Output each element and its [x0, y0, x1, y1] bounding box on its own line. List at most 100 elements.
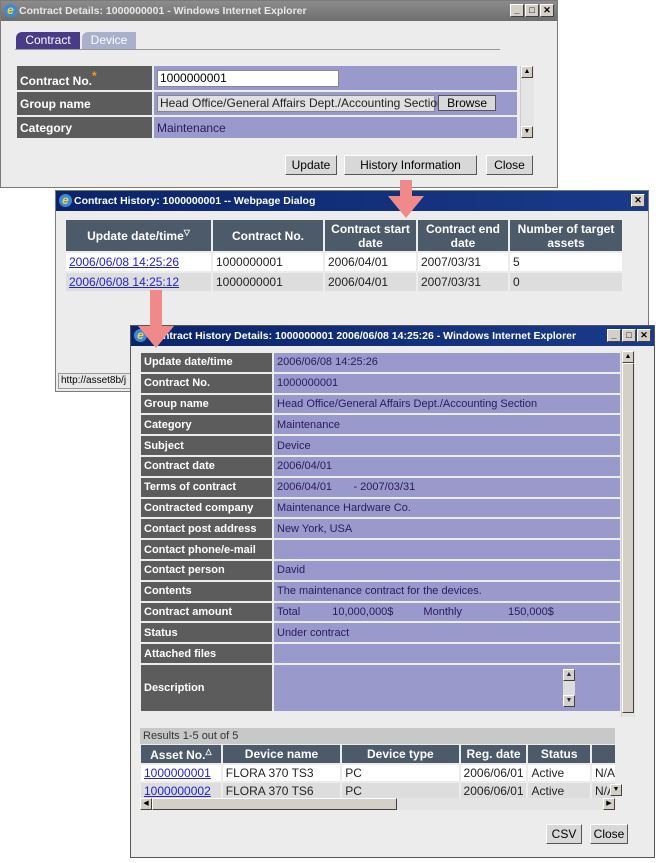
- required-mark: *: [92, 68, 97, 83]
- scroll-thumb[interactable]: [622, 363, 634, 713]
- field-label: Contents: [141, 581, 272, 601]
- details-table: Update date/time 2006/06/08 14:25:26 Contr…: [139, 351, 622, 713]
- table-row: 1000000001 FLORA 370 TS3 PC 2006/06/01 Activ…: [141, 765, 615, 781]
- field-value: Maintenance: [274, 415, 620, 435]
- field-label: Terms of contract: [141, 477, 272, 497]
- tab-device[interactable]: Device: [82, 32, 136, 49]
- dialog-title: Contract History: 1000000001 -- Webpage …: [74, 195, 316, 207]
- contract-amount-value: Total 10,000,000$ Monthly 150,000$: [274, 602, 620, 622]
- sort-icon: ▽: [183, 228, 190, 237]
- field-label: Category: [141, 415, 272, 435]
- window-title: Contract History Details: 1000000001 200…: [149, 330, 577, 342]
- asset-link[interactable]: 1000000002: [144, 784, 211, 798]
- arrow-down-icon: [388, 180, 424, 218]
- total-value: 10,000,000$: [332, 605, 394, 618]
- col-reg-date: Reg. date: [460, 745, 527, 763]
- maximize-button[interactable]: □: [622, 329, 636, 342]
- field-label: Status: [141, 623, 272, 643]
- col-more: [591, 745, 615, 763]
- monthly-value: 150,000$: [507, 605, 554, 618]
- field-value: 1000000001: [274, 373, 620, 393]
- minimize-button[interactable]: _: [607, 329, 621, 342]
- history-table: Update date/time▽ Contract No. Contract …: [64, 218, 624, 293]
- close-button[interactable]: Close: [590, 824, 628, 844]
- col-start-date: Contract start date: [325, 220, 416, 251]
- close-window-button[interactable]: ✕: [540, 4, 554, 17]
- scroll-left-icon[interactable]: ◀: [140, 798, 152, 810]
- maximize-button[interactable]: □: [525, 4, 539, 17]
- contract-form: Contract No.* Group name Head Office/Gen…: [15, 64, 519, 140]
- close-dialog-button[interactable]: ✕: [631, 194, 645, 207]
- description-label: Description: [141, 664, 272, 711]
- close-window-button[interactable]: ✕: [637, 329, 651, 342]
- arrow-down-icon: [138, 290, 174, 348]
- field-label: Update date/time: [141, 353, 272, 372]
- field-value: Head Office/General Affairs Dept./Accoun…: [274, 394, 620, 414]
- assets-table: Asset No.△ Device name Device type Reg. …: [139, 743, 617, 801]
- detail-row: Status Under contract: [141, 623, 620, 643]
- detail-row: Contents The maintenance contract for the…: [141, 581, 620, 601]
- detail-row: Contract No. 1000000001: [141, 373, 620, 393]
- title-bar: e Contract Details: 1000000001 - Windows …: [1, 1, 557, 21]
- title-bar: e Contract History: 1000000001 -- Webpage…: [56, 191, 648, 211]
- history-link[interactable]: 2006/06/08 14:25:26: [69, 255, 179, 269]
- ie-icon: e: [4, 4, 17, 17]
- col-contract-no: Contract No.: [213, 220, 323, 251]
- field-value: Maintenance Hardware Co.: [274, 498, 620, 518]
- field-label: Attached files: [141, 644, 272, 663]
- scroll-right-icon[interactable]: ▶: [603, 798, 615, 810]
- update-button[interactable]: Update: [285, 155, 337, 175]
- field-value: Device: [274, 436, 620, 455]
- contract-no-input[interactable]: [157, 69, 339, 87]
- detail-row: Attached files: [141, 644, 620, 663]
- table-row: 1000000002 FLORA 370 TS6 PC 2006/06/01 Activ…: [141, 783, 615, 799]
- description-value: ▲ ▼: [274, 664, 620, 711]
- scroll-up-icon[interactable]: ▲: [563, 668, 575, 681]
- col-asset-no[interactable]: Asset No.△: [141, 745, 221, 763]
- col-device-name: Device name: [222, 745, 341, 763]
- scroll-up-icon[interactable]: ▲: [622, 351, 634, 363]
- history-link[interactable]: 2006/06/08 14:25:12: [69, 275, 179, 289]
- detail-row: Category Maintenance: [141, 415, 620, 435]
- category-value: Maintenance: [154, 117, 517, 138]
- scroll-down-icon[interactable]: ▼: [521, 126, 533, 138]
- csv-button[interactable]: CSV: [546, 824, 582, 844]
- description-scrollbar[interactable]: ▲ ▼: [563, 668, 575, 707]
- scroll-down-icon[interactable]: ▼: [563, 694, 575, 707]
- close-button[interactable]: Close: [486, 155, 533, 175]
- detail-row: Contact post address New York, USA: [141, 519, 620, 539]
- detail-row: Contract date 2006/04/01: [141, 456, 620, 476]
- results-count: Results 1-5 out of 5: [140, 728, 615, 744]
- sort-icon: △: [205, 746, 212, 756]
- browse-button[interactable]: Browse: [438, 95, 497, 111]
- tab-contract[interactable]: Contract: [16, 32, 80, 49]
- details-scrollbar[interactable]: ▲: [621, 351, 635, 717]
- scroll-up-icon[interactable]: ▲: [521, 66, 533, 78]
- assets-scroll-down-icon[interactable]: ▼: [610, 784, 622, 796]
- contract-no-label: Contract No.: [20, 73, 92, 88]
- detail-row: Contract amount Total 10,000,000$ Monthly 15…: [141, 602, 620, 622]
- window-title: Contract Details: 1000000001 - Windows I…: [19, 5, 307, 17]
- field-value: The maintenance contract for the devices…: [274, 581, 620, 601]
- field-value: [274, 644, 620, 663]
- field-value: New York, USA: [274, 519, 620, 539]
- form-scrollbar[interactable]: ▲ ▼: [520, 66, 534, 138]
- minimize-button[interactable]: _: [510, 4, 524, 17]
- field-label: Contact phone/e-mail: [141, 540, 272, 559]
- history-information-button[interactable]: History Information: [344, 155, 477, 175]
- group-name-label: Group name: [17, 92, 152, 115]
- detail-row: Contact phone/e-mail: [141, 540, 620, 559]
- tab-divider: [15, 49, 500, 50]
- col-status: Status: [528, 745, 590, 763]
- asset-link[interactable]: 1000000001: [144, 766, 211, 780]
- ie-icon: e: [59, 194, 72, 207]
- field-label: Contact post address: [141, 519, 272, 539]
- field-label: Subject: [141, 436, 272, 455]
- table-row: 2006/06/08 14:25:26 1000000001 2006/04/01 2…: [66, 253, 622, 271]
- field-value: 2006/06/08 14:25:26: [274, 353, 620, 372]
- hscroll-thumb[interactable]: [152, 798, 397, 810]
- field-value: 2006/04/01 - 2007/03/31: [274, 477, 620, 497]
- assets-hscrollbar[interactable]: ◀ ▶: [140, 798, 615, 810]
- col-update-datetime[interactable]: Update date/time▽: [66, 220, 211, 251]
- field-label: Contract date: [141, 456, 272, 476]
